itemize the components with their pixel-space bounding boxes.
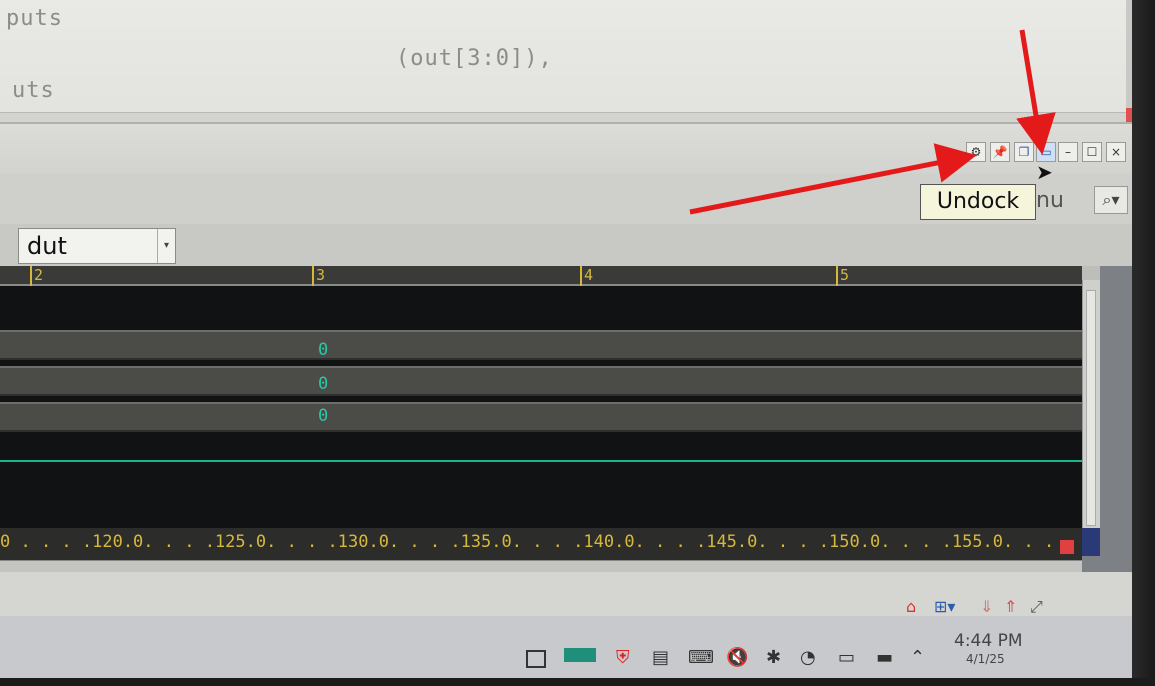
arrow-overlay (689, 29, 1056, 215)
arrow-to-undock-diagonal (689, 143, 977, 215)
arrow-to-undock-vertical (1016, 29, 1056, 155)
mouse-cursor-icon: ➤ (1036, 160, 1053, 184)
